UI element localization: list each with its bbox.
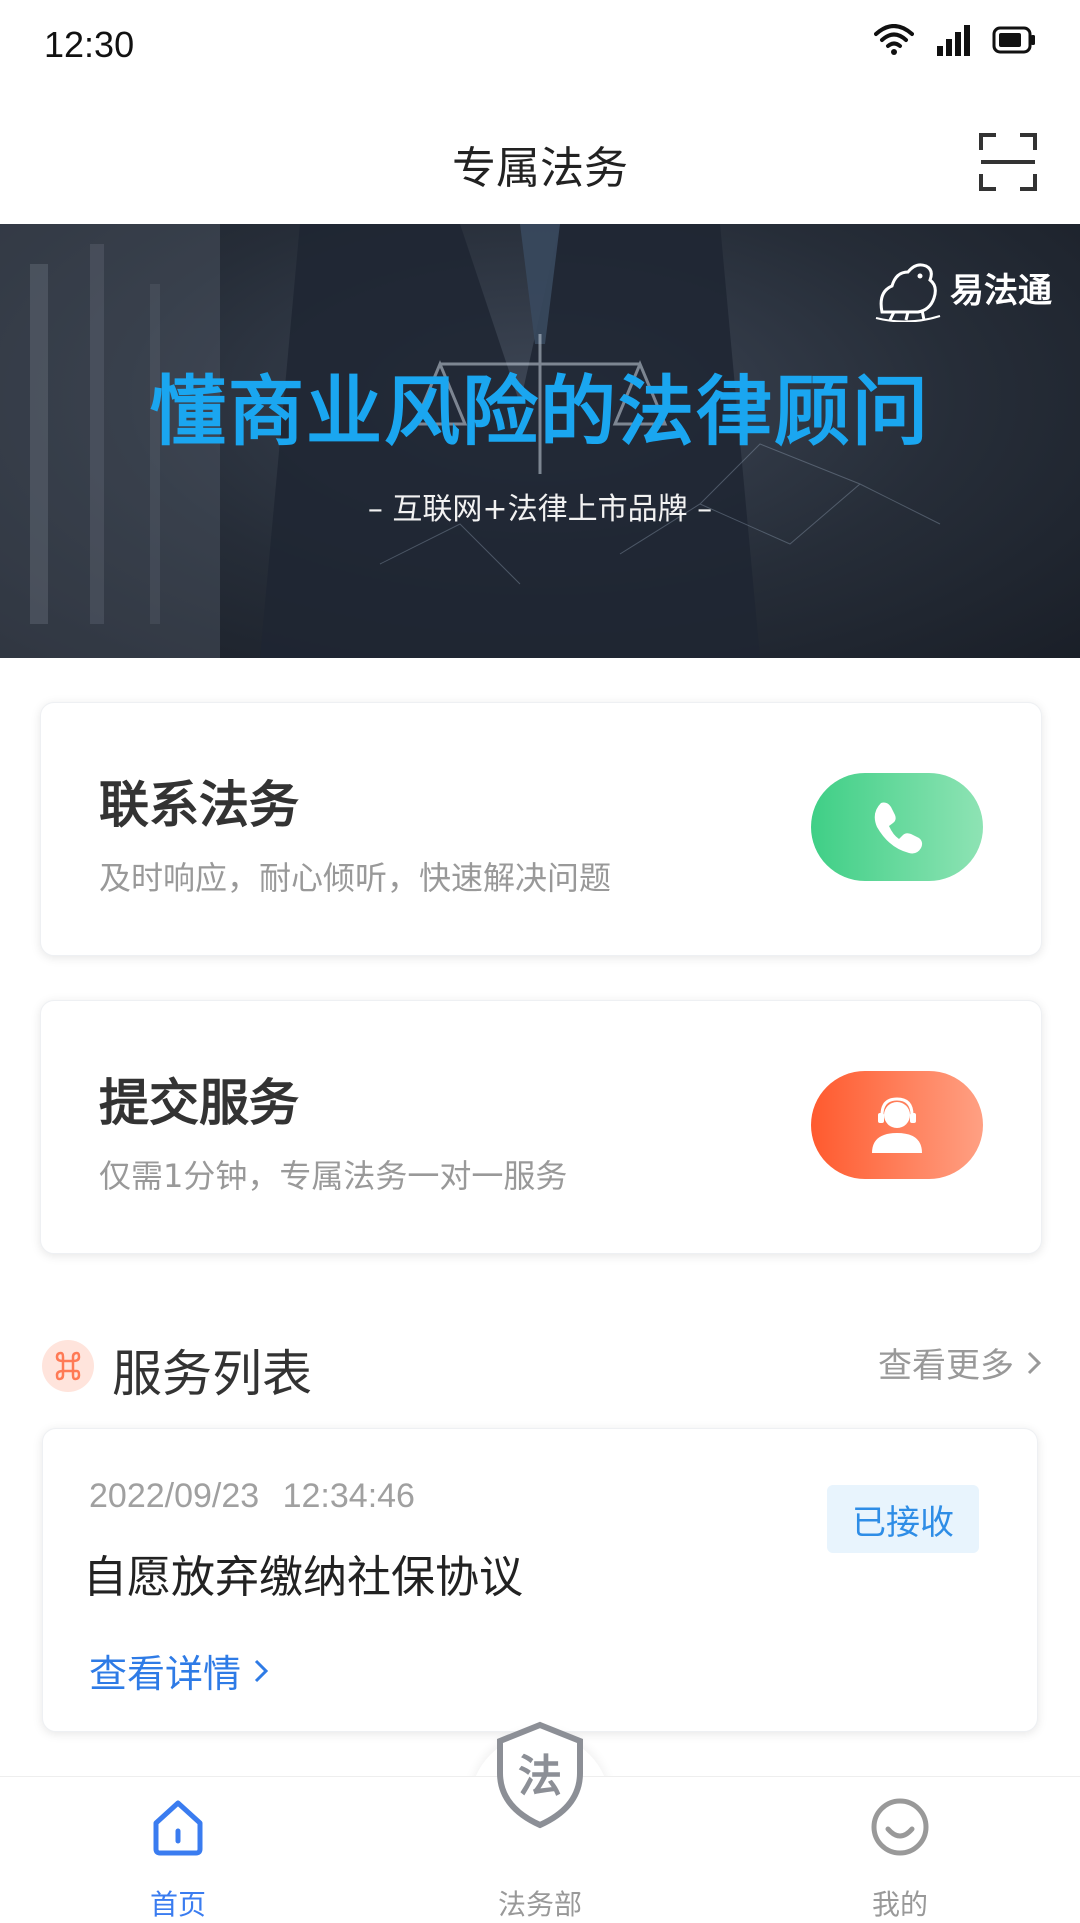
contact-legal-card[interactable]: 联系法务 及时响应，耐心倾听，快速解决问题 — [40, 702, 1042, 956]
brand-logo: 易法通 — [874, 252, 1052, 322]
command-icon — [42, 1340, 94, 1392]
legal-glyph: 法 — [518, 1751, 562, 1802]
tab-label: 法务部 — [497, 1888, 582, 1921]
tab-label: 首页 — [149, 1888, 206, 1921]
status-bar: 12:30 — [0, 0, 1080, 96]
nav-bar: 专属法务 — [0, 96, 1080, 225]
card-title: 提交服务 — [99, 1074, 299, 1132]
service-title: 自愿放弃缴纳社保协议 — [83, 1552, 523, 1603]
brand-mascot-icon — [875, 263, 941, 322]
page-title: 专属法务 — [452, 143, 628, 194]
section-title: 服务列表 — [112, 1345, 312, 1403]
legal-shield-icon: 法 — [497, 1721, 583, 1829]
tab-legal-dept[interactable]: 法 法务部 — [430, 1721, 650, 1921]
card-desc: 及时响应，耐心倾听，快速解决问题 — [99, 859, 612, 897]
scan-icon — [979, 133, 1037, 191]
smile-icon — [871, 1798, 929, 1856]
tab-home[interactable]: 首页 — [68, 1777, 288, 1921]
chevron-right-icon — [1027, 1351, 1042, 1374]
brand-name: 易法通 — [950, 270, 1052, 311]
service-timestamp: 2022/09/23 12:34:46 — [89, 1477, 415, 1515]
banner[interactable]: 易法通 懂商业风险的法律顾问 – 互联网+法律上市品牌 – — [0, 224, 1080, 658]
banner-headline: 懂商业风险的法律顾问 — [150, 367, 930, 456]
battery-icon — [992, 26, 1035, 54]
card-title: 联系法务 — [99, 776, 299, 834]
chevron-right-icon — [254, 1659, 269, 1682]
status-badge: 已接收 — [827, 1485, 979, 1553]
submit-service-button[interactable] — [811, 1071, 983, 1179]
phone-icon — [874, 802, 923, 854]
status-icons — [874, 24, 1036, 56]
view-more-label: 查看更多 — [878, 1346, 1014, 1386]
tab-bar: 首页 法 法务部 我的 — [0, 1721, 1080, 1921]
view-detail-label: 查看详情 — [89, 1652, 242, 1696]
customer-service-icon — [872, 1097, 922, 1153]
status-time: 12:30 — [44, 24, 135, 65]
wifi-icon — [874, 24, 914, 55]
card-desc: 仅需1分钟，专属法务一对一服务 — [99, 1157, 568, 1195]
tab-label: 我的 — [871, 1888, 928, 1921]
view-more-link[interactable]: 查看更多 — [878, 1338, 1042, 1387]
signal-icon — [937, 25, 970, 56]
banner-subtitle: – 互联网+法律上市品牌 – — [367, 492, 713, 527]
scan-button[interactable] — [978, 132, 1038, 192]
call-button[interactable] — [811, 773, 983, 881]
service-list-header: 服务列表 查看更多 — [42, 1334, 1042, 1403]
home-icon — [153, 1800, 203, 1856]
service-list-item[interactable]: 2022/09/23 12:34:46 已接收 自愿放弃缴纳社保协议 查看详情 — [42, 1428, 1038, 1732]
view-detail-link[interactable]: 查看详情 — [89, 1643, 269, 1698]
tab-mine[interactable]: 我的 — [790, 1777, 1010, 1921]
submit-service-card[interactable]: 提交服务 仅需1分钟，专属法务一对一服务 — [40, 1000, 1042, 1254]
